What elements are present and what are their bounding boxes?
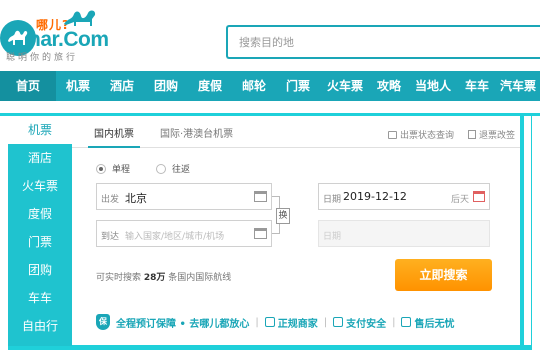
payment-shield-icon: [333, 317, 344, 327]
nav-item-guides[interactable]: 攻略: [370, 71, 408, 101]
printer-icon: [388, 130, 397, 139]
merchant-icon: [264, 317, 275, 327]
hint-prefix: 可实时搜索: [96, 273, 142, 283]
nav-item-locals[interactable]: 当地人: [408, 71, 458, 101]
panel-right-border: [520, 116, 524, 346]
ticket-status-label: 出票状态查询: [400, 131, 455, 141]
nav-item-train[interactable]: 火车票: [320, 71, 370, 101]
tab-domestic[interactable]: 国内机票: [88, 122, 140, 148]
one-way-radio[interactable]: [96, 163, 106, 174]
main-nav: 首页 机票 酒店 团购 度假 邮轮 门票 火车票 攻略 当地人 车车 汽车票: [0, 71, 540, 101]
nav-item-home[interactable]: 首页: [0, 71, 56, 101]
depart-date-weekday: 后天: [450, 195, 469, 205]
flight-tabs: 国内机票 国际·港澳台机票 出票状态查询 退票改签: [72, 122, 522, 148]
depart-value: 北京: [125, 192, 147, 205]
depart-date-field[interactable]: 日期 2019-12-12 后天: [318, 183, 490, 210]
depart-date-label: 日期: [323, 195, 342, 205]
sidebar-item-tickets[interactable]: 门票: [8, 228, 72, 256]
booking-panel: 机票 酒店 火车票 度假 门票 团购 车车 自由行 国内机票 国际·港澳台机票 …: [0, 113, 540, 358]
return-date-field[interactable]: 日期: [318, 220, 490, 247]
payment-text: 支付安全: [346, 318, 387, 330]
trip-type-selector: 单程 往返: [96, 162, 190, 175]
trust-badges: 保 全程预订保障 • 去哪儿都放心 | 正规商家 | 支付安全 | 售后无忧: [96, 312, 516, 332]
hint-count: 28万: [143, 273, 166, 283]
round-trip-label: 往返: [172, 165, 191, 175]
nav-item-tickets[interactable]: 门票: [276, 71, 320, 101]
destination-search-input[interactable]: [228, 27, 540, 57]
sidebar-item-cheche[interactable]: 车车: [8, 284, 72, 312]
arrive-label: 到达: [101, 232, 120, 242]
sidebar-item-hotels[interactable]: 酒店: [8, 144, 72, 172]
city-picker-icon[interactable]: [254, 228, 267, 239]
destination-search-box[interactable]: [226, 25, 540, 59]
sidebar-item-train[interactable]: 火车票: [8, 172, 72, 200]
document-icon: [468, 130, 476, 139]
logo-slogan: 聪明你的旅行: [6, 53, 79, 63]
flight-search-form: 国内机票 国际·港澳台机票 出票状态查询 退票改签 单程 往返 出发 北京 到达: [72, 116, 532, 346]
one-way-label: 单程: [112, 165, 131, 175]
depart-label: 出发: [101, 195, 120, 205]
nav-item-cheche[interactable]: 车车: [458, 71, 496, 101]
arrive-placeholder: 输入国家/地区/城市/机场: [125, 232, 225, 242]
refund-link[interactable]: 退票改签: [468, 128, 515, 141]
guarantee-text[interactable]: 全程预订保障 • 去哪儿都放心: [116, 315, 249, 330]
sidebar-item-flights[interactable]: 机票: [8, 116, 72, 144]
after-sale-icon: [401, 317, 412, 327]
route-count-hint: 可实时搜索 28万 条国内国际航线: [96, 270, 231, 283]
logo[interactable]: 哪儿? nar.Com 聪明你的旅行: [0, 6, 110, 63]
calendar-icon[interactable]: [473, 191, 485, 202]
nav-item-bus[interactable]: 汽车票: [496, 71, 540, 101]
arrive-field[interactable]: 到达 输入国家/地区/城市/机场: [96, 220, 272, 247]
nav-item-cruise[interactable]: 邮轮: [232, 71, 276, 101]
nav-item-vacation[interactable]: 度假: [188, 71, 232, 101]
nav-item-groupbuy[interactable]: 团购: [144, 71, 188, 101]
tab-international[interactable]: 国际·港澳台机票: [160, 122, 233, 148]
sidebar-item-free-travel[interactable]: 自由行: [8, 312, 72, 340]
return-date-label: 日期: [323, 232, 342, 242]
nav-item-flights[interactable]: 机票: [56, 71, 100, 101]
depart-field[interactable]: 出发 北京: [96, 183, 272, 210]
hint-suffix: 条国内国际航线: [168, 273, 232, 283]
nav-item-hotels[interactable]: 酒店: [100, 71, 144, 101]
sidebar-item-vacation[interactable]: 度假: [8, 200, 72, 228]
after-sale-text: 售后无忧: [414, 318, 455, 330]
panel-bottom-border: [8, 346, 532, 350]
city-picker-icon[interactable]: [254, 191, 267, 202]
merchant-text: 正规商家: [277, 318, 318, 330]
shield-icon: 保: [96, 314, 110, 330]
sidebar-item-groupbuy[interactable]: 团购: [8, 256, 72, 284]
logo-en-text: nar.Com: [28, 28, 109, 51]
ticket-status-link[interactable]: 出票状态查询: [388, 128, 454, 141]
depart-date-value: 2019-12-12: [343, 190, 407, 203]
header: 哪儿? nar.Com 聪明你的旅行: [0, 0, 540, 68]
refund-label: 退票改签: [479, 131, 516, 141]
swap-cities-button[interactable]: 换: [276, 208, 290, 224]
search-button[interactable]: 立即搜索: [395, 259, 492, 291]
round-trip-radio[interactable]: [156, 163, 167, 174]
booking-sidebar: 机票 酒店 火车票 度假 门票 团购 车车 自由行: [8, 116, 72, 346]
